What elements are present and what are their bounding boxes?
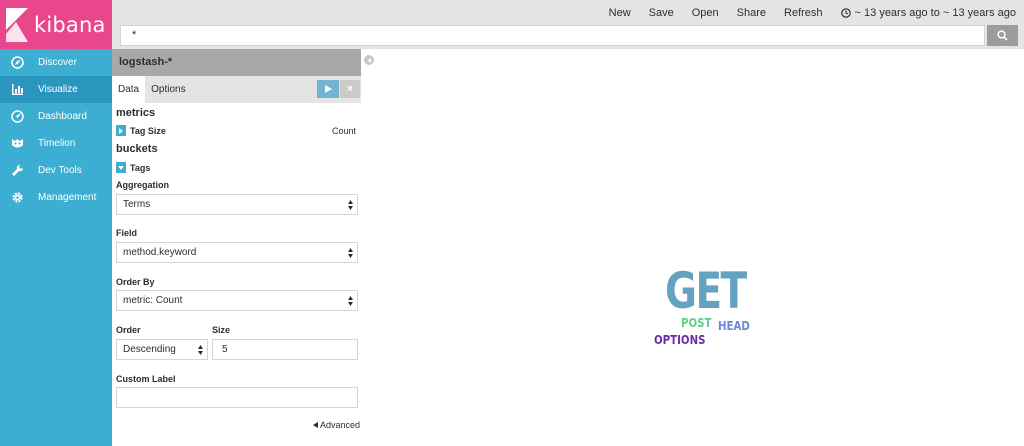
time-picker[interactable]: ~ 13 years ago to ~ 13 years ago [840,6,1016,19]
aggregation-select[interactable]: Terms [116,194,358,215]
time-range-label: ~ 13 years ago to ~ 13 years ago [854,6,1016,19]
query-bar: * [112,25,1024,49]
chevron-down-icon[interactable] [116,162,126,173]
index-pattern-title: logstash-* [112,49,361,76]
select-arrows-icon [348,200,353,210]
nav-list: Discover Visualize Dashboard Timelion De… [0,49,112,211]
field-select[interactable]: method.keyword [116,242,358,263]
nav-label: Dashboard [38,111,87,122]
size-label: Size [212,325,231,335]
bar-chart-icon [11,83,24,96]
field-value: method.keyword [123,247,197,258]
advanced-toggle[interactable]: Advanced [313,420,360,430]
sidebar: kibana Discover Visualize Dashboard Time… [0,0,112,446]
nav-label: Management [38,192,97,203]
dashboard-icon [11,110,24,123]
apply-button[interactable] [317,80,339,98]
refresh-button[interactable]: Refresh [784,7,823,19]
chevron-right-icon[interactable] [116,125,126,136]
tab-data[interactable]: Data [112,76,146,103]
search-icon [997,30,1008,41]
play-icon [325,85,332,93]
vis-editor-sidebar: logstash-* Data Options × metrics Tag Si… [112,49,361,446]
share-button[interactable]: Share [737,7,766,19]
timelion-icon [11,137,24,150]
nav-item-discover[interactable]: Discover [0,49,112,76]
advanced-label: Advanced [320,420,361,430]
metric-agg-label: Tag Size [130,125,166,136]
compass-icon [11,56,24,69]
nav-label: Visualize [38,84,78,95]
save-button[interactable]: Save [649,7,674,19]
order-select[interactable]: Descending [116,339,208,360]
nav-item-management[interactable]: Management [0,184,112,211]
order-label: Order [116,325,141,335]
top-nav: New Save Open Share Refresh ~ 13 years a… [112,0,1024,25]
order-by-select[interactable]: metric: Count [116,290,358,311]
discard-button[interactable]: × [340,80,360,98]
metric-agg-value: Count [331,125,356,136]
bucket-agg-label: Tags [130,162,151,173]
tab-options[interactable]: Options [145,76,191,103]
select-arrows-icon [348,248,353,258]
caret-left-icon [313,422,318,428]
nav-item-visualize[interactable]: Visualize [0,76,112,103]
tag-post[interactable]: POST [681,317,711,329]
order-by-value: metric: Count [123,295,183,306]
open-button[interactable]: Open [692,7,719,19]
bucket-agg-row[interactable]: Tags [116,162,150,173]
nav-label: Timelion [38,138,76,149]
tag-head[interactable]: HEAD [718,320,750,332]
tag-options[interactable]: OPTIONS [654,334,705,346]
aggregation-label: Aggregation [116,180,169,190]
wrench-icon [11,164,24,177]
field-label: Field [116,228,138,238]
order-by-label: Order By [116,277,155,287]
tag-get[interactable]: GET [665,266,747,316]
kibana-logo-icon [6,7,28,42]
kibana-logo[interactable]: kibana [0,0,112,49]
nav-label: Dev Tools [38,165,82,176]
order-value: Descending [123,344,176,355]
gear-icon [11,191,24,204]
nav-item-timelion[interactable]: Timelion [0,130,112,157]
app-name: kibana [34,12,106,37]
clock-icon [840,7,851,18]
nav-label: Discover [38,57,77,68]
select-arrows-icon [348,296,353,306]
buckets-title: buckets [116,143,158,155]
editor-tabs: Data Options × [112,76,361,103]
search-button[interactable] [987,25,1018,46]
query-input[interactable]: * [120,25,985,46]
custom-label-input[interactable] [116,387,358,408]
nav-item-dev-tools[interactable]: Dev Tools [0,157,112,184]
select-arrows-icon [198,345,203,355]
custom-label-label: Custom Label [116,374,176,384]
tag-cloud: GET POST HEAD OPTIONS [361,49,1024,446]
nav-item-dashboard[interactable]: Dashboard [0,103,112,130]
close-icon: × [346,83,354,95]
metric-agg-row[interactable]: Tag Size Count [116,125,356,136]
metrics-title: metrics [116,107,156,119]
size-input[interactable]: 5 [212,339,358,360]
new-button[interactable]: New [609,7,631,19]
aggregation-value: Terms [123,199,151,210]
